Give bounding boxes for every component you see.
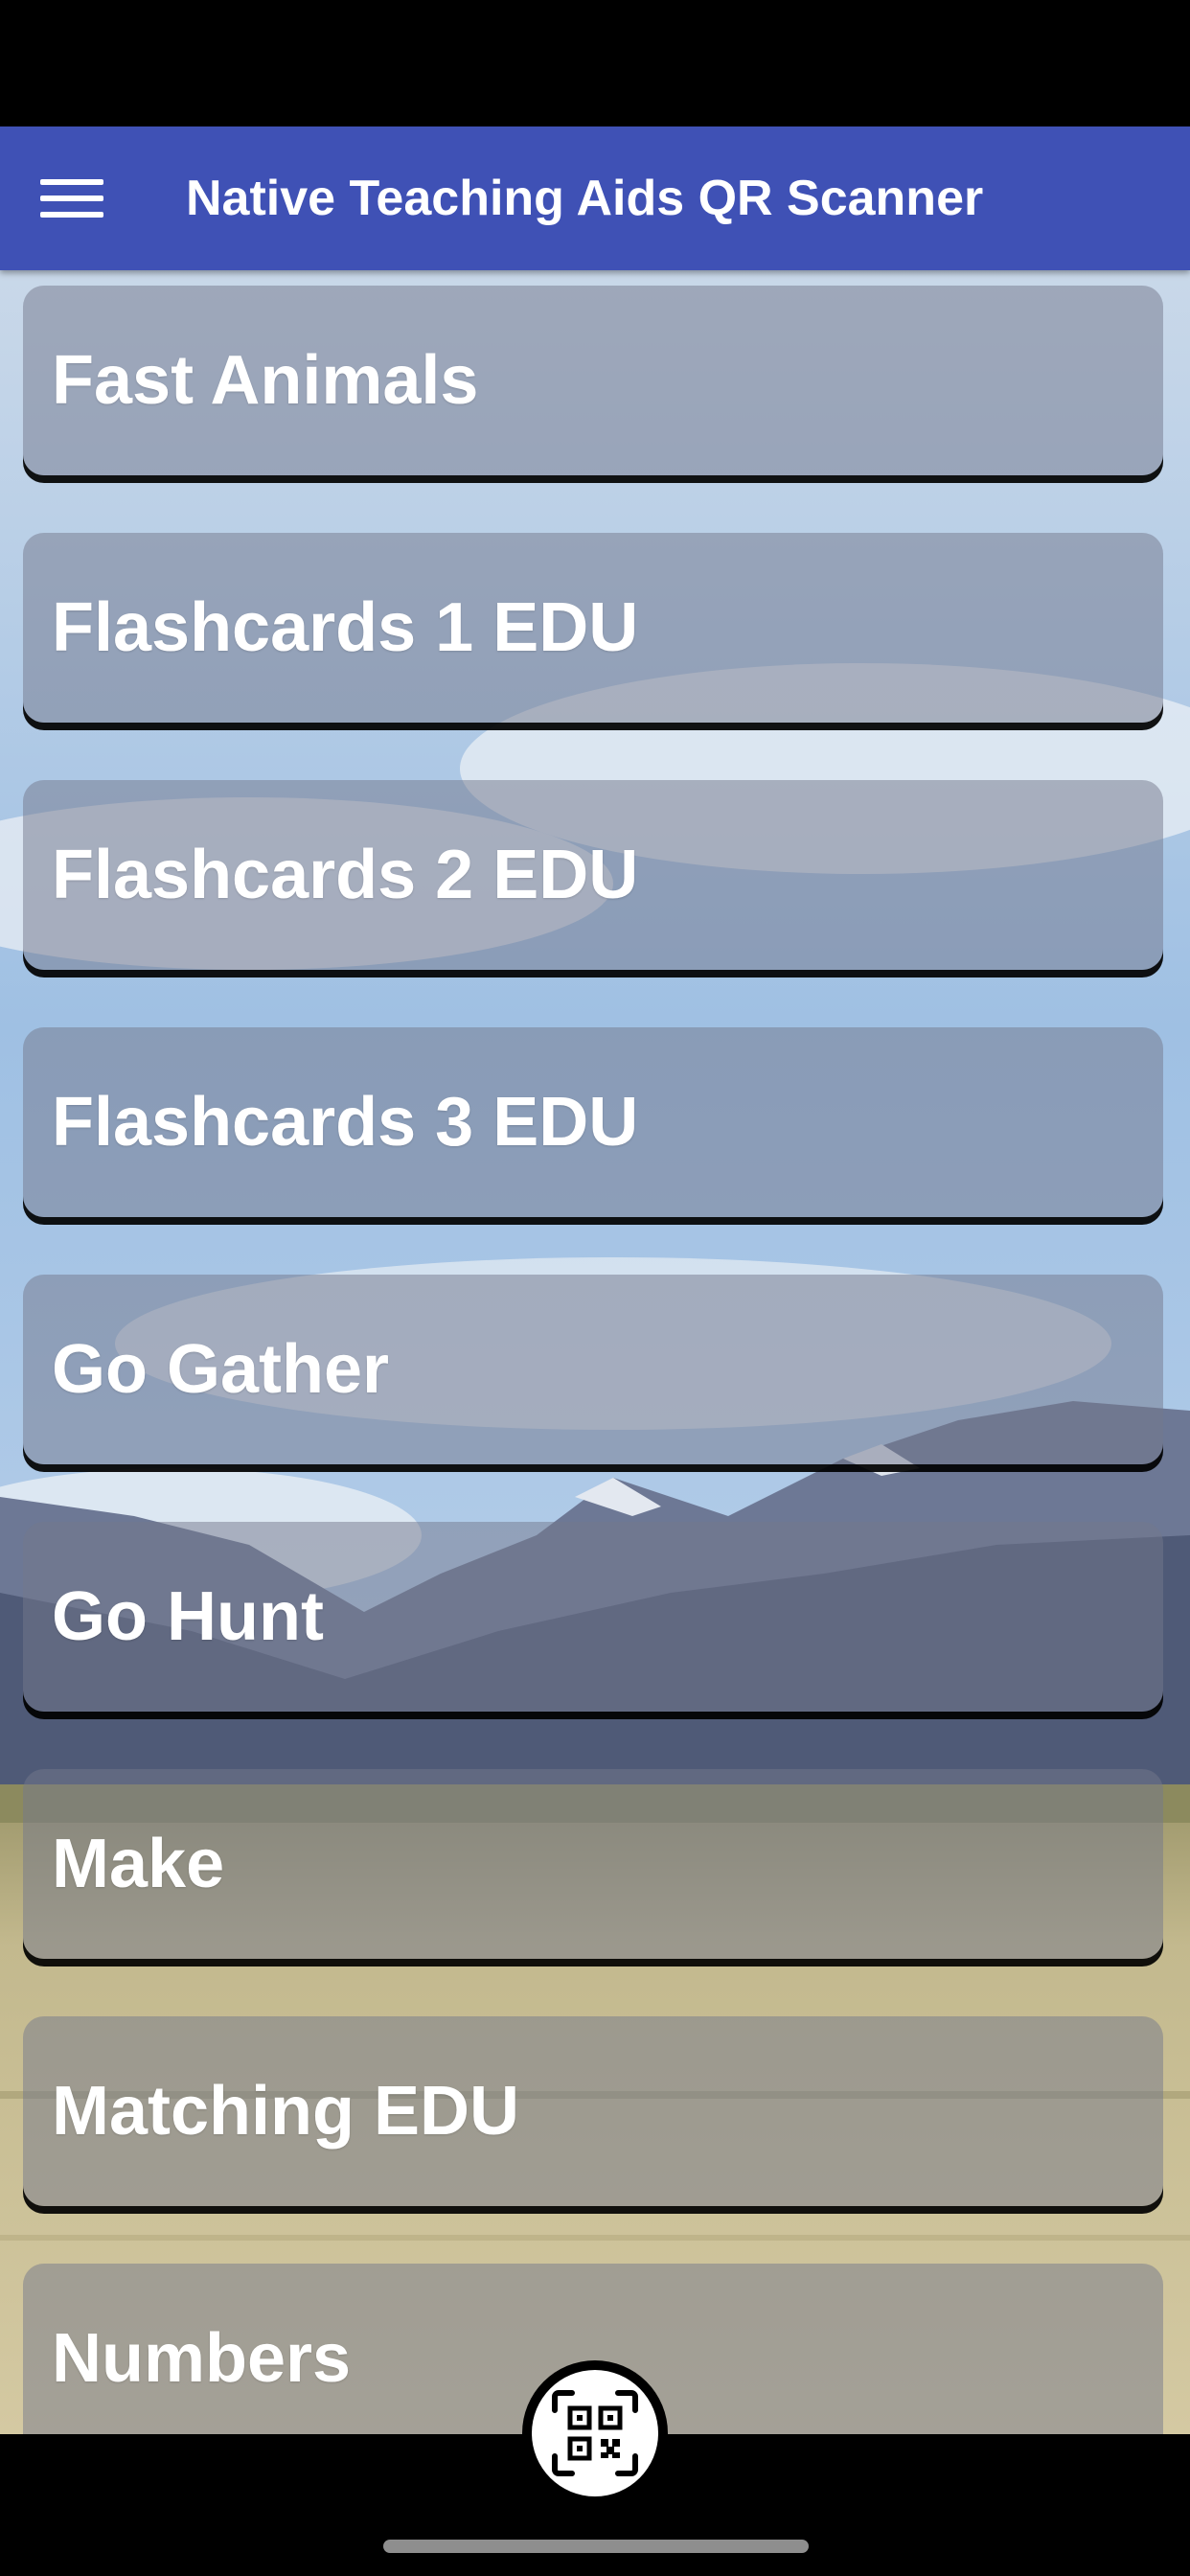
list-item[interactable]: Flashcards 1 EDU <box>23 533 1163 723</box>
app-bar: Native Teaching Aids QR Scanner <box>0 126 1190 270</box>
list-item-label: Make <box>52 1826 225 1902</box>
home-indicator[interactable] <box>383 2540 809 2553</box>
list-item[interactable]: Go Hunt <box>23 1522 1163 1712</box>
list-item-label: Go Gather <box>52 1331 390 1408</box>
status-bar <box>0 0 1190 126</box>
list-item-label: Fast Animals <box>52 342 479 419</box>
content-area[interactable]: Fast Animals Flashcards 1 EDU Flashcards… <box>0 270 1190 2434</box>
list-item[interactable]: Flashcards 2 EDU <box>23 780 1163 970</box>
list-item-label: Numbers <box>52 2320 352 2397</box>
list-item[interactable]: Fast Animals <box>23 286 1163 475</box>
qr-code-scan-icon <box>552 2390 638 2476</box>
list-item-label: Go Hunt <box>52 1578 324 1655</box>
list-item[interactable]: Flashcards 3 EDU <box>23 1027 1163 1217</box>
app-title: Native Teaching Aids QR Scanner <box>186 171 984 226</box>
list-item[interactable]: Matching EDU <box>23 2016 1163 2206</box>
qr-scan-button[interactable] <box>522 2360 668 2506</box>
list-item-label: Matching EDU <box>52 2073 520 2150</box>
list-item[interactable]: Make <box>23 1769 1163 1959</box>
list-item-label: Flashcards 1 EDU <box>52 589 639 666</box>
list-item-label: Flashcards 2 EDU <box>52 837 639 913</box>
menu-button[interactable] <box>29 158 113 239</box>
item-list: Fast Animals Flashcards 1 EDU Flashcards… <box>0 270 1190 2434</box>
list-item[interactable]: Go Gather <box>23 1275 1163 1464</box>
list-item-label: Flashcards 3 EDU <box>52 1084 639 1161</box>
